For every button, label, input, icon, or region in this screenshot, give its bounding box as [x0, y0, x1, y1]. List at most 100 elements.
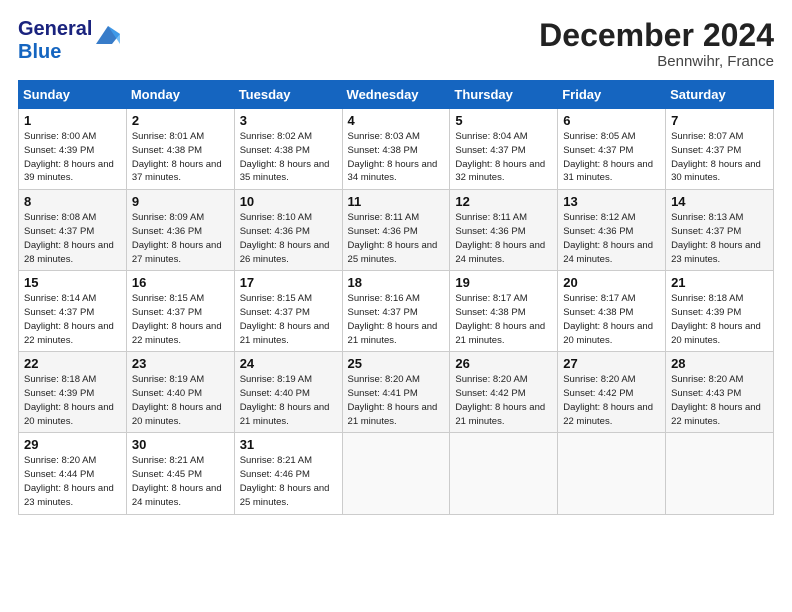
daylight-text: Daylight: 8 hours and 27 minutes.	[132, 240, 222, 265]
day-number: 25	[348, 356, 445, 371]
sunrise-text: Sunrise: 8:18 AM	[671, 293, 743, 304]
daylight-text: Daylight: 8 hours and 25 minutes.	[348, 240, 438, 265]
sunrise-text: Sunrise: 8:17 AM	[563, 293, 635, 304]
calendar-cell: 7Sunrise: 8:07 AMSunset: 4:37 PMDaylight…	[666, 109, 774, 190]
calendar-cell: 17 Sunrise: 8:15 AMSunset: 4:37 PMDayligh…	[234, 271, 342, 352]
sunrise-text: Sunrise: 8:15 AM	[132, 293, 204, 304]
daylight-text: Daylight: 8 hours and 39 minutes.	[24, 159, 114, 184]
day-info: Sunrise: 8:09 AMSunset: 4:36 PMDaylight:…	[132, 211, 229, 266]
sunrise-text: Sunrise: 8:07 AM	[671, 131, 743, 142]
sunset-text: Sunset: 4:37 PM	[240, 307, 310, 318]
sunrise-text: Sunrise: 8:20 AM	[348, 374, 420, 385]
day-number: 18	[348, 275, 445, 290]
daylight-text: Daylight: 8 hours and 26 minutes.	[240, 240, 330, 265]
calendar-week-row: 8Sunrise: 8:08 AMSunset: 4:37 PMDaylight…	[19, 190, 774, 271]
daylight-text: Daylight: 8 hours and 20 minutes.	[671, 321, 761, 346]
day-number: 22	[24, 356, 121, 371]
day-info: Sunrise: 8:03 AMSunset: 4:38 PMDaylight:…	[348, 130, 445, 185]
sunrise-text: Sunrise: 8:20 AM	[24, 455, 96, 466]
calendar-cell: 31Sunrise: 8:21 AMSunset: 4:46 PMDayligh…	[234, 433, 342, 514]
daylight-text: Daylight: 8 hours and 21 minutes.	[240, 402, 330, 427]
logo: General Blue	[18, 18, 122, 64]
calendar-cell: 27Sunrise: 8:20 AMSunset: 4:42 PMDayligh…	[558, 352, 666, 433]
day-number: 11	[348, 194, 445, 209]
sunset-text: Sunset: 4:38 PM	[563, 307, 633, 318]
day-info: Sunrise: 8:20 AMSunset: 4:43 PMDaylight:…	[671, 373, 768, 428]
sunrise-text: Sunrise: 8:12 AM	[563, 212, 635, 223]
calendar-cell: 28Sunrise: 8:20 AMSunset: 4:43 PMDayligh…	[666, 352, 774, 433]
sunrise-text: Sunrise: 8:01 AM	[132, 131, 204, 142]
daylight-text: Daylight: 8 hours and 35 minutes.	[240, 159, 330, 184]
header: General Blue December 2024 Bennwihr, Fra…	[18, 18, 774, 70]
day-number: 19	[455, 275, 552, 290]
day-info: Sunrise: 8:17 AMSunset: 4:38 PMDaylight:…	[563, 292, 660, 347]
sunrise-text: Sunrise: 8:20 AM	[671, 374, 743, 385]
weekday-header-friday: Friday	[558, 81, 666, 109]
calendar-week-row: 1Sunrise: 8:00 AMSunset: 4:39 PMDaylight…	[19, 109, 774, 190]
calendar-cell: 12 Sunrise: 8:11 AMSunset: 4:36 PMDayligh…	[450, 190, 558, 271]
day-number: 12	[455, 194, 552, 209]
sunset-text: Sunset: 4:36 PM	[132, 226, 202, 237]
sunset-text: Sunset: 4:37 PM	[455, 145, 525, 156]
sunrise-text: Sunrise: 8:17 AM	[455, 293, 527, 304]
day-info: Sunrise: 8:15 AM Sunset: 4:37 PM Daylight:…	[132, 292, 229, 347]
sunrise-text: Sunrise: 8:16 AM	[348, 293, 420, 304]
calendar-cell: 13Sunrise: 8:12 AMSunset: 4:36 PMDayligh…	[558, 190, 666, 271]
sunrise-text: Sunrise: 8:04 AM	[455, 131, 527, 142]
daylight-text: Daylight: 8 hours and 22 minutes.	[132, 321, 222, 346]
day-info: Sunrise: 8:05 AMSunset: 4:37 PMDaylight:…	[563, 130, 660, 185]
day-number: 9	[132, 194, 229, 209]
sunset-text: Sunset: 4:37 PM	[132, 307, 202, 318]
sunrise-text: Sunrise: 8:20 AM	[563, 374, 635, 385]
day-info: Sunrise: 8:10 AMSunset: 4:36 PMDaylight:…	[240, 211, 337, 266]
logo-blue: Blue	[18, 41, 61, 63]
day-info: Sunrise: 8:17 AMSunset: 4:38 PMDaylight:…	[455, 292, 552, 347]
day-number: 17	[240, 275, 337, 290]
daylight-text: Daylight: 8 hours and 21 minutes.	[455, 402, 545, 427]
calendar-cell	[450, 433, 558, 514]
day-info: Sunrise: 8:21 AMSunset: 4:45 PMDaylight:…	[132, 454, 229, 509]
calendar-cell: 18 Sunrise: 8:16 AMSunset: 4:37 PMDayligh…	[342, 271, 450, 352]
calendar-cell: 22Sunrise: 8:18 AMSunset: 4:39 PMDayligh…	[19, 352, 127, 433]
daylight-text: Daylight: 8 hours and 22 minutes.	[563, 402, 653, 427]
day-info: Sunrise: 8:19 AMSunset: 4:40 PMDaylight:…	[240, 373, 337, 428]
sunrise-text: Sunrise: 8:20 AM	[455, 374, 527, 385]
sunrise-text: Sunrise: 8:13 AM	[671, 212, 743, 223]
day-info: Sunrise: 8:00 AMSunset: 4:39 PMDaylight:…	[24, 130, 121, 185]
day-number: 24	[240, 356, 337, 371]
calendar-cell: 26Sunrise: 8:20 AMSunset: 4:42 PMDayligh…	[450, 352, 558, 433]
calendar-cell: 30Sunrise: 8:21 AMSunset: 4:45 PMDayligh…	[126, 433, 234, 514]
day-info: Sunrise: 8:16 AMSunset: 4:37 PMDaylight:…	[348, 292, 445, 347]
daylight-text: Daylight: 8 hours and 20 minutes.	[132, 402, 222, 427]
sunset-text: Sunset: 4:37 PM	[671, 145, 741, 156]
calendar-cell	[558, 433, 666, 514]
weekday-header-wednesday: Wednesday	[342, 81, 450, 109]
daylight-text: Daylight: 8 hours and 22 minutes.	[24, 321, 114, 346]
daylight-text: Daylight: 8 hours and 24 minutes.	[132, 483, 222, 508]
day-info: Sunrise: 8:20 AMSunset: 4:42 PMDaylight:…	[563, 373, 660, 428]
sunrise-text: Sunrise: 8:11 AM	[348, 212, 420, 223]
day-info: Sunrise: 8:01 AMSunset: 4:38 PMDaylight:…	[132, 130, 229, 185]
calendar-cell: 14Sunrise: 8:13 AMSunset: 4:37 PMDayligh…	[666, 190, 774, 271]
day-info: Sunrise: 8:11 AMSunset: 4:36 PMDaylight:…	[348, 211, 445, 266]
daylight-text: Daylight: 8 hours and 21 minutes.	[455, 321, 545, 346]
logo-icon	[94, 24, 122, 46]
day-number: 13	[563, 194, 660, 209]
calendar-cell: 24 Sunrise: 8:19 AMSunset: 4:40 PMDayligh…	[234, 352, 342, 433]
daylight-text: Daylight: 8 hours and 21 minutes.	[348, 402, 438, 427]
calendar-week-row: 22Sunrise: 8:18 AMSunset: 4:39 PMDayligh…	[19, 352, 774, 433]
sunrise-text: Sunrise: 8:03 AM	[348, 131, 420, 142]
sunrise-text: Sunrise: 8:21 AM	[240, 455, 312, 466]
sunset-text: Sunset: 4:41 PM	[348, 388, 418, 399]
day-info: Sunrise: 8:15 AMSunset: 4:37 PMDaylight:…	[240, 292, 337, 347]
daylight-text: Daylight: 8 hours and 21 minutes.	[240, 321, 330, 346]
sunset-text: Sunset: 4:45 PM	[132, 469, 202, 480]
daylight-text: Daylight: 8 hours and 24 minutes.	[455, 240, 545, 265]
calendar-cell: 23Sunrise: 8:19 AMSunset: 4:40 PMDayligh…	[126, 352, 234, 433]
daylight-text: Daylight: 8 hours and 32 minutes.	[455, 159, 545, 184]
daylight-text: Daylight: 8 hours and 34 minutes.	[348, 159, 438, 184]
day-info: Sunrise: 8:11 AMSunset: 4:36 PMDaylight:…	[455, 211, 552, 266]
sunset-text: Sunset: 4:36 PM	[563, 226, 633, 237]
day-info: Sunrise: 8:13 AMSunset: 4:37 PMDaylight:…	[671, 211, 768, 266]
calendar-cell: 11 Sunrise: 8:11 AMSunset: 4:36 PMDayligh…	[342, 190, 450, 271]
